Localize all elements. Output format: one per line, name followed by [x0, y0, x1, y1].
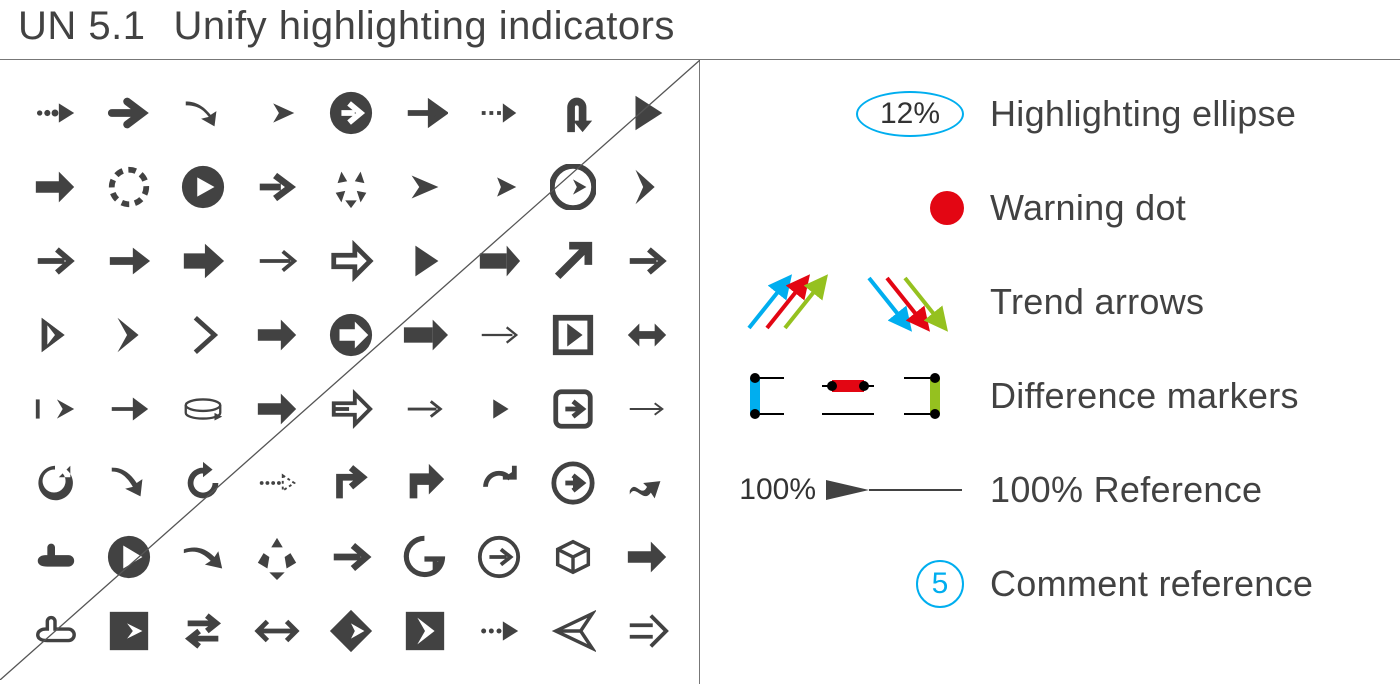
rotate-icon	[20, 448, 90, 518]
u-turn-icon	[538, 78, 608, 148]
play-circle-fill-icon	[94, 522, 164, 592]
arrow-outline-icon	[316, 226, 386, 296]
arrow-icon	[390, 78, 460, 148]
triangle-small-icon	[464, 374, 534, 444]
legend-trend-arrows: Trend arrows	[730, 270, 1380, 334]
arrow-icon	[612, 226, 682, 296]
arrow-circle-thin-icon	[464, 522, 534, 592]
box-3d-icon	[538, 522, 608, 592]
comment-ref-badge: 5	[916, 560, 964, 608]
title-text: Unify highlighting indicators	[174, 4, 675, 48]
hand-point-icon	[20, 522, 90, 592]
send-icon	[538, 596, 608, 666]
reference-value: 100%	[739, 473, 816, 507]
play-circle-icon	[168, 152, 238, 222]
recycle-icon	[316, 152, 386, 222]
title-code: UN 5.1	[18, 4, 146, 48]
hand-outline-icon	[20, 596, 90, 666]
chevron-square-icon	[390, 596, 460, 666]
legend-label: Difference markers	[990, 375, 1299, 417]
legend-label: Trend arrows	[990, 281, 1204, 323]
arrow-curved-icon	[94, 448, 164, 518]
reference-arrow-icon	[824, 475, 964, 505]
arrow-square-fill-icon	[94, 596, 164, 666]
arrow-icon	[20, 78, 90, 148]
arrow-double-icon	[612, 596, 682, 666]
legend-highlight-ellipse: 12% Highlighting ellipse	[730, 82, 1380, 146]
corner-arrow-icon	[316, 448, 386, 518]
arrow-double-outline-icon	[316, 374, 386, 444]
arrow-icon	[94, 78, 164, 148]
arrow-both-thin-icon	[242, 596, 312, 666]
arrow-thin-icon	[390, 374, 460, 444]
arrow-diamond-icon	[316, 596, 386, 666]
arrow-icon	[20, 226, 90, 296]
legend-comment-ref: 5 Comment reference	[730, 552, 1380, 616]
refresh-icon	[168, 448, 238, 518]
chevron-bold-icon	[20, 300, 90, 370]
arrow-icon	[20, 152, 90, 222]
arrow-thin-icon	[464, 300, 534, 370]
arrow-icon	[94, 374, 164, 444]
icon-variants-panel	[0, 60, 700, 684]
arrow-block-icon	[464, 226, 534, 296]
play-triangle-icon	[612, 78, 682, 148]
arrow-dotted-icon	[464, 596, 534, 666]
corner-arrow-bold-icon	[390, 448, 460, 518]
legend-label: Warning dot	[990, 187, 1186, 229]
circle-arrow-icon	[538, 152, 608, 222]
arrow-both-icon	[612, 300, 682, 370]
arrow-circle-icon	[316, 300, 386, 370]
arrow-hairline-icon	[612, 374, 682, 444]
arrow-wide-icon	[390, 300, 460, 370]
legend-warning-dot: Warning dot	[730, 176, 1380, 240]
arrow-icon	[94, 226, 164, 296]
arrow-icon	[464, 152, 534, 222]
arrow-icon	[612, 522, 682, 592]
legend-panel: 12% Highlighting ellipse Warning dot	[700, 60, 1400, 684]
arrow-icon	[242, 152, 312, 222]
arrow-wavy-icon	[612, 448, 682, 518]
legend-reference: 100% 100% Reference	[730, 458, 1380, 522]
triangle-right-icon	[390, 226, 460, 296]
legend-label: 100% Reference	[990, 469, 1262, 511]
cylinder-arrow-icon	[168, 374, 238, 444]
chevron-thin-icon	[168, 300, 238, 370]
ellipse-badge: 12%	[856, 91, 964, 137]
page-title: UN 5.1 Unify highlighting indicators	[0, 0, 1400, 59]
g-arrow-icon	[390, 522, 460, 592]
arrow-curved-icon	[168, 78, 238, 148]
legend-label: Highlighting ellipse	[990, 93, 1296, 135]
legend-diff-markers: Difference markers	[730, 364, 1380, 428]
arrow-icon-grid	[20, 78, 679, 666]
arrow-circle-icon	[316, 78, 386, 148]
trend-arrows-icon	[734, 270, 964, 334]
arrow-thin-icon	[242, 226, 312, 296]
arrow-square-icon	[538, 374, 608, 444]
swap-icon	[168, 596, 238, 666]
arrow-swoosh-icon	[168, 522, 238, 592]
arrow-up-right-icon	[538, 226, 608, 296]
diff-markers-icon	[734, 368, 964, 424]
warning-dot-icon	[930, 191, 964, 225]
chevron-box-icon	[538, 300, 608, 370]
arrowhead-icon	[390, 152, 460, 222]
arrow-dotted-icon	[242, 448, 312, 518]
arrow-bar-icon	[20, 374, 90, 444]
legend-label: Comment reference	[990, 563, 1313, 605]
arrow-icon	[242, 78, 312, 148]
redo-icon	[464, 448, 534, 518]
arrow-circle-outline-icon	[538, 448, 608, 518]
chevron-icon	[94, 300, 164, 370]
chevron-icon	[612, 152, 682, 222]
arrow-icon	[316, 522, 386, 592]
arrow-icon	[242, 374, 312, 444]
circle-dashed-icon	[94, 152, 164, 222]
arrow-icon	[242, 300, 312, 370]
arrow-bold-icon	[168, 226, 238, 296]
recycle-icon	[242, 522, 312, 592]
arrow-dotted-icon	[464, 78, 534, 148]
